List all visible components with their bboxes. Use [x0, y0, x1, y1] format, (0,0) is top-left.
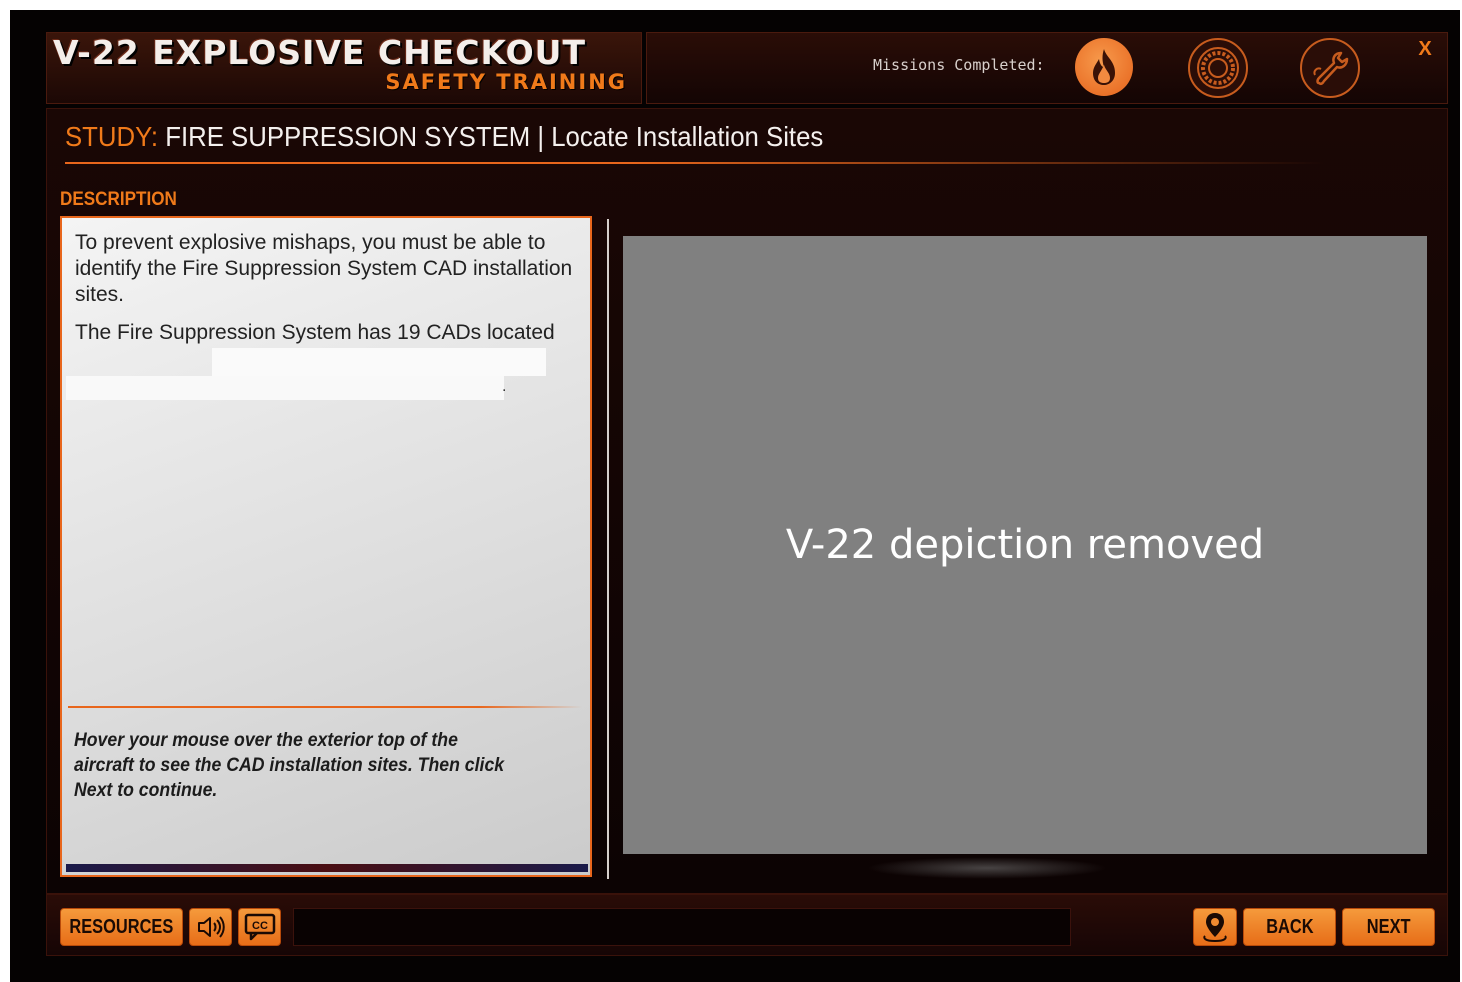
closed-captions-icon: CC	[244, 913, 275, 941]
page-title: STUDY: FIRE SUPPRESSION SYSTEM | Locate …	[65, 121, 823, 153]
missions-completed-label: Missions Completed:	[873, 56, 1045, 74]
ring-icon	[1197, 47, 1239, 89]
aircraft-image-area[interactable]: V-22 depiction removed	[623, 236, 1427, 854]
description-heading: DESCRIPTION	[60, 189, 177, 210]
next-button[interactable]: NEXT	[1342, 908, 1435, 946]
close-button[interactable]: X	[1413, 37, 1437, 61]
card-footer-bar	[66, 864, 588, 872]
next-label: NEXT	[1366, 915, 1411, 938]
wrench-icon	[1313, 51, 1349, 86]
resources-label: RESOURCES	[69, 915, 174, 938]
closed-captions-button[interactable]: CC	[238, 908, 281, 946]
instruction-text: Hover your mouse over the exterior top o…	[74, 730, 505, 801]
ring-mission-badge[interactable]	[1188, 38, 1248, 98]
bottom-toolbar: RESOURCES CC BACK NEXT	[46, 894, 1448, 956]
trailing-period: .	[502, 378, 507, 395]
cc-label: CC	[252, 920, 268, 932]
study-prefix: STUDY:	[65, 121, 159, 152]
heading-divider	[65, 162, 1325, 164]
redaction-block	[66, 376, 504, 400]
description-card: To prevent explosive mishaps, you must b…	[60, 216, 592, 877]
study-panel: STUDY: FIRE SUPPRESSION SYSTEM | Locate …	[46, 108, 1448, 894]
logo: V-22 EXPLOSIVE CHECKOUT SAFETY TRAINING	[46, 32, 642, 104]
app-window: V-22 EXPLOSIVE CHECKOUT SAFETY TRAINING …	[10, 10, 1460, 982]
mission-status-bar: Missions Completed: X	[646, 32, 1448, 104]
image-shadow	[867, 857, 1107, 879]
fire-mission-badge[interactable]	[1075, 38, 1133, 96]
study-title: FIRE SUPPRESSION SYSTEM | Locate Install…	[165, 121, 824, 152]
map-button[interactable]	[1193, 908, 1237, 946]
app-title: V-22 EXPLOSIVE CHECKOUT	[53, 33, 586, 72]
map-pin-icon	[1203, 913, 1227, 943]
description-paragraph-2: The Fire Suppression System has 19 CADs …	[75, 321, 555, 344]
fire-icon	[1093, 49, 1115, 85]
audio-button[interactable]	[189, 908, 232, 946]
description-paragraph-1: To prevent explosive mishaps, you must b…	[75, 231, 573, 306]
speaker-icon	[197, 916, 225, 938]
app-subtitle: SAFETY TRAINING	[385, 70, 627, 94]
card-divider	[68, 706, 582, 708]
panel-divider	[607, 219, 609, 879]
resources-button[interactable]: RESOURCES	[60, 908, 183, 946]
caption-display	[293, 908, 1071, 946]
redaction-block	[212, 348, 546, 376]
back-button[interactable]: BACK	[1243, 908, 1336, 946]
placeholder-text: V-22 depiction removed	[785, 522, 1265, 568]
back-label: BACK	[1265, 915, 1314, 938]
tool-mission-badge[interactable]	[1300, 38, 1360, 98]
